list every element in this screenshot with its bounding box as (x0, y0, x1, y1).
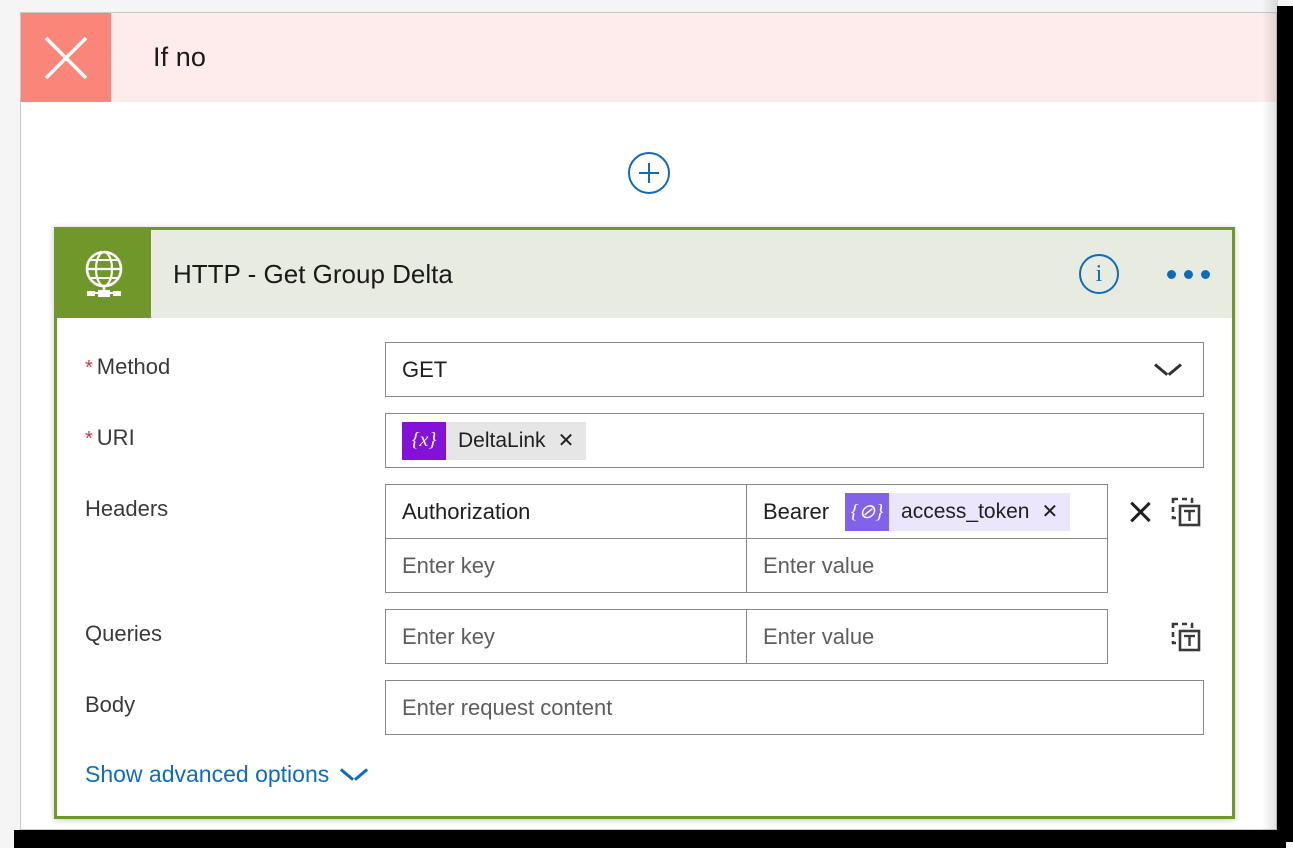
http-card-header-actions: i (1079, 230, 1232, 318)
header-value-input-1[interactable]: Bearer {⊘} access_token ✕ (746, 484, 1108, 539)
queries-kv-grid: Enter key Enter value (385, 609, 1108, 664)
token-remove-x-icon[interactable]: ✕ (1033, 492, 1071, 531)
if-no-header[interactable]: If no (21, 13, 1276, 102)
method-label-text: Method (96, 354, 171, 379)
uri-field-area: {x} DeltaLink ✕ (385, 413, 1204, 468)
queries-spacer (1122, 619, 1158, 655)
header-value-token-access-token[interactable]: {⊘} access_token ✕ (845, 492, 1071, 531)
headers-row-1: Authorization Bearer {⊘} access_token ✕ (385, 484, 1108, 539)
chevron-down-icon (341, 768, 367, 782)
body-field-area: Enter request content (385, 680, 1204, 735)
uri-token-label: DeltaLink (446, 421, 550, 460)
form-row-uri: * URI {x} DeltaLink ✕ (85, 413, 1204, 468)
method-selected-value: GET (402, 356, 448, 382)
if-no-title: If no (153, 42, 207, 72)
expression-function-badge-icon: {⊘} (845, 492, 890, 531)
delete-x-icon[interactable] (1122, 494, 1158, 530)
required-asterisk: * (85, 357, 93, 379)
globe-network-icon (57, 230, 151, 318)
queries-field-area: Enter key Enter value (385, 609, 1204, 664)
query-value-input-1[interactable]: Enter value (746, 609, 1108, 664)
uri-label-text: URI (96, 425, 135, 450)
query-key-input-1[interactable]: Enter key (385, 609, 747, 664)
ellipsis-dot (1167, 269, 1176, 279)
headers-row-actions (1108, 484, 1204, 539)
http-action-card: HTTP - Get Group Delta i * Method GET * … (54, 227, 1235, 819)
form-row-queries: Queries Enter key Enter value (85, 609, 1204, 664)
header-key-input-2[interactable]: Enter key (385, 538, 747, 593)
add-step-row (21, 152, 1276, 194)
uri-token-deltalink[interactable]: {x} DeltaLink ✕ (402, 421, 587, 460)
ellipsis-dot (1184, 269, 1193, 279)
screenshot-root: If no HTTP - Get Group Delta i * Method … (0, 0, 1293, 848)
info-icon-letter: i (1095, 260, 1103, 287)
required-asterisk: * (85, 428, 93, 450)
headers-field-area: Authorization Bearer {⊘} access_token ✕ (385, 484, 1204, 593)
method-label: * Method (85, 342, 385, 380)
uri-label: * URI (85, 413, 385, 451)
http-card-body: * Method GET * URI {x} DeltaLink ✕ Heade… (57, 318, 1232, 816)
close-x-icon (21, 13, 111, 102)
header-value-prefix-text: Bearer (763, 498, 830, 524)
token-remove-x-icon[interactable]: ✕ (549, 421, 587, 460)
queries-label: Queries (85, 621, 163, 646)
window-shadow-bottom (14, 830, 1286, 848)
header-value-input-2[interactable]: Enter value (746, 538, 1108, 593)
http-card-title: HTTP - Get Group Delta (173, 258, 453, 289)
info-circle-icon[interactable]: i (1079, 254, 1119, 294)
uri-input[interactable]: {x} DeltaLink ✕ (385, 413, 1204, 468)
body-input[interactable]: Enter request content (385, 680, 1204, 735)
expression-variable-badge-icon: {x} (402, 421, 446, 460)
plus-circle-icon[interactable] (627, 152, 670, 194)
switch-to-text-mode-icon[interactable] (1168, 619, 1204, 655)
window-shadow-right (1277, 6, 1293, 842)
if-no-body: HTTP - Get Group Delta i * Method GET * … (21, 102, 1276, 829)
headers-kv-grid: Authorization Bearer {⊘} access_token ✕ (385, 484, 1108, 593)
headers-row-2: Enter key Enter value (385, 538, 1108, 593)
http-card-header[interactable]: HTTP - Get Group Delta i (57, 230, 1232, 318)
ellipsis-dot (1201, 269, 1210, 279)
ellipsis-horizontal-icon[interactable] (1167, 269, 1210, 279)
header-key-input-1[interactable]: Authorization (385, 484, 747, 539)
form-row-method: * Method GET (85, 342, 1204, 397)
method-field-area: GET (385, 342, 1204, 397)
form-row-body: Body Enter request content (85, 680, 1204, 735)
switch-to-text-mode-icon[interactable] (1168, 494, 1204, 530)
body-label: Body (85, 692, 136, 717)
delete-x-glyph (1127, 499, 1153, 525)
chevron-down-icon (1155, 363, 1181, 377)
form-row-headers: Headers Authorization Bearer {⊘} access_… (85, 484, 1204, 593)
show-advanced-options-link[interactable]: Show advanced options (85, 761, 367, 788)
queries-row-1: Enter key Enter value (385, 609, 1108, 664)
header-value-token-label: access_token (889, 492, 1034, 531)
queries-row-actions (1108, 609, 1204, 664)
if-no-scope-card: If no HTTP - Get Group Delta i * Method … (20, 12, 1277, 830)
show-advanced-options-label: Show advanced options (85, 761, 330, 787)
headers-label: Headers (85, 496, 169, 521)
method-select[interactable]: GET (385, 342, 1204, 397)
